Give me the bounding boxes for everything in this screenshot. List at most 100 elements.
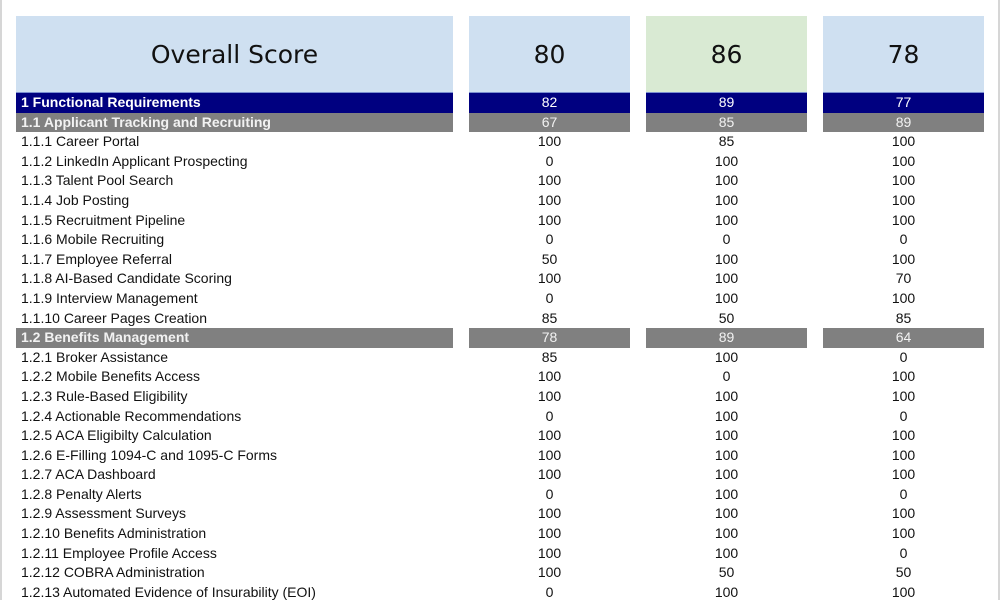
criterion-row-score: 100 [891, 466, 916, 483]
criterion-row-label: 1.1.1 Career Portal [21, 133, 140, 150]
criterion-row-score: 0 [545, 485, 554, 502]
subsection-row-label: 1.1 Applicant Tracking and Recruiting [16, 112, 453, 133]
section-row-label: 1 Functional Requirements [16, 92, 453, 113]
vendor-2-column: 86 89 85 85 100 100 100 100 0 100 100 100 50 89 100 0 1… [646, 16, 807, 602]
subsection-row-score: 85 [646, 112, 807, 133]
criterion-row-score: 50 [541, 250, 558, 267]
criterion-row-score: 100 [891, 525, 916, 542]
subsection-row-score: 78 [469, 328, 630, 348]
criterion-row-score: 100 [714, 250, 739, 267]
criterion-row-score: 0 [899, 231, 908, 248]
criterion-row-label: 1.2.3 Rule-Based Eligibility [21, 387, 188, 404]
subsection-row-score: 89 [823, 112, 984, 133]
criterion-row-score: 100 [537, 191, 562, 208]
criterion-row-score: 0 [722, 231, 731, 248]
criterion-row-score: 50 [895, 564, 912, 581]
criterion-row-score: 100 [714, 289, 739, 306]
window-border-left [0, 0, 2, 600]
criteria-column: Overall Score 1 Functional Requirements 1… [16, 16, 453, 602]
criterion-row-score: 0 [545, 152, 554, 169]
criterion-row-score: 100 [714, 466, 739, 483]
criterion-row-score: 100 [891, 211, 916, 228]
criterion-row-label: 1.2.1 Broker Assistance [21, 348, 169, 365]
criterion-row-label: 1.2.5 ACA Eligibilty Calculation [21, 427, 212, 444]
criterion-row-score: 100 [537, 505, 562, 522]
criterion-row-score: 0 [545, 289, 554, 306]
criterion-row-label: 1.1.10 Career Pages Creation [21, 309, 207, 326]
criterion-row-score: 70 [895, 270, 912, 287]
criterion-row-score: 100 [714, 152, 739, 169]
criterion-row-label: 1.2.13 Automated Evidence of Insurabilit… [21, 583, 316, 600]
criterion-row-label: 1.1.8 AI-Based Candidate Scoring [21, 270, 232, 287]
criterion-row-score: 100 [891, 505, 916, 522]
criterion-row-score: 100 [891, 152, 916, 169]
criterion-row-score: 100 [891, 368, 916, 385]
criterion-row-score: 100 [714, 583, 739, 600]
criterion-row-label: 1.2.2 Mobile Benefits Access [21, 368, 200, 385]
criterion-row-label: 1.2.9 Assessment Surveys [21, 505, 186, 522]
criterion-row-score: 100 [714, 505, 739, 522]
subsection-row-score: 89 [646, 328, 807, 348]
criterion-row-score: 100 [891, 387, 916, 404]
criterion-row-score: 100 [891, 583, 916, 600]
vendor-3-overall-score: 78 [823, 16, 984, 92]
criteria-list: 1 Functional Requirements 1.1 Applicant T… [16, 92, 453, 602]
criterion-row-score: 0 [722, 368, 731, 385]
criterion-row-label: 1.1.6 Mobile Recruiting [21, 231, 165, 248]
criterion-row-score: 100 [714, 407, 739, 424]
criterion-row-score: 0 [545, 231, 554, 248]
vendor-1-scores: 82 67 100 0 100 100 100 0 50 100 0 85 78 85 100 100 0 100… [469, 92, 630, 602]
criterion-row-score: 0 [899, 544, 908, 561]
criterion-row-label: 1.2.8 Penalty Alerts [21, 485, 142, 502]
criterion-row-score: 100 [714, 270, 739, 287]
criterion-row-label: 1.2.10 Benefits Administration [21, 525, 207, 542]
criterion-row-score: 0 [545, 407, 554, 424]
vendor-3-scores: 77 89 100 100 100 100 100 0 100 70 100 85 64 0 100 100 0… [823, 92, 984, 602]
criterion-row-label: 1.1.5 Recruitment Pipeline [21, 211, 186, 228]
criterion-row-score: 100 [537, 133, 562, 150]
criterion-row-score: 50 [718, 309, 735, 326]
criterion-row-score: 100 [714, 485, 739, 502]
criterion-row-score: 100 [537, 427, 562, 444]
criterion-row-score: 0 [899, 407, 908, 424]
vendor-2-scores: 89 85 85 100 100 100 100 0 100 100 100 50 89 100 0 100 1… [646, 92, 807, 602]
subsection-row-label: 1.2 Benefits Management [16, 328, 453, 348]
criterion-row-label: 1.2.4 Actionable Recommendations [21, 407, 242, 424]
criterion-row-label: 1.2.7 ACA Dashboard [21, 466, 156, 483]
criterion-row-score: 100 [714, 211, 739, 228]
criterion-row-score: 100 [537, 446, 562, 463]
criterion-row-score: 100 [714, 172, 739, 189]
criterion-row-label: 1.1.3 Talent Pool Search [21, 172, 174, 189]
criterion-row-score: 100 [714, 525, 739, 542]
criterion-row-label: 1.1.2 LinkedIn Applicant Prospecting [21, 152, 248, 169]
criterion-row-score: 100 [537, 544, 562, 561]
criterion-row-label: 1.1.9 Interview Management [21, 289, 198, 306]
criterion-row-score: 100 [537, 211, 562, 228]
criterion-row-score: 0 [899, 485, 908, 502]
criterion-row-score: 100 [891, 250, 916, 267]
criterion-row-score: 100 [714, 544, 739, 561]
criterion-row-score: 100 [891, 289, 916, 306]
section-row-score: 82 [469, 92, 630, 113]
overall-score-label: Overall Score [16, 16, 453, 92]
vendor-1-column: 80 82 67 100 0 100 100 100 0 50 100 0 85 78 85 100 100 0… [469, 16, 630, 602]
criterion-row-score: 0 [545, 583, 554, 600]
criterion-row-label: 1.2.11 Employee Profile Access [21, 544, 217, 561]
criterion-row-score: 50 [718, 564, 735, 581]
criterion-row-score: 100 [537, 270, 562, 287]
criterion-row-score: 100 [714, 427, 739, 444]
criterion-row-score: 100 [537, 466, 562, 483]
criterion-row-score: 100 [537, 387, 562, 404]
vendor-1-overall-score: 80 [469, 16, 630, 92]
criterion-row-score: 0 [899, 348, 908, 365]
section-row-score: 77 [823, 92, 984, 113]
criterion-row-score: 85 [895, 309, 912, 326]
criterion-row-score: 100 [714, 348, 739, 365]
criterion-row-score: 100 [537, 564, 562, 581]
vendor-2-overall-score: 86 [646, 16, 807, 92]
criterion-row-label: 1.2.6 E-Filling 1094-C and 1095-C Forms [21, 446, 278, 463]
criterion-row-score: 100 [537, 525, 562, 542]
criterion-row-score: 85 [718, 133, 735, 150]
criterion-row-score: 85 [541, 309, 558, 326]
criterion-row-label: 1.1.7 Employee Referral [21, 250, 172, 267]
